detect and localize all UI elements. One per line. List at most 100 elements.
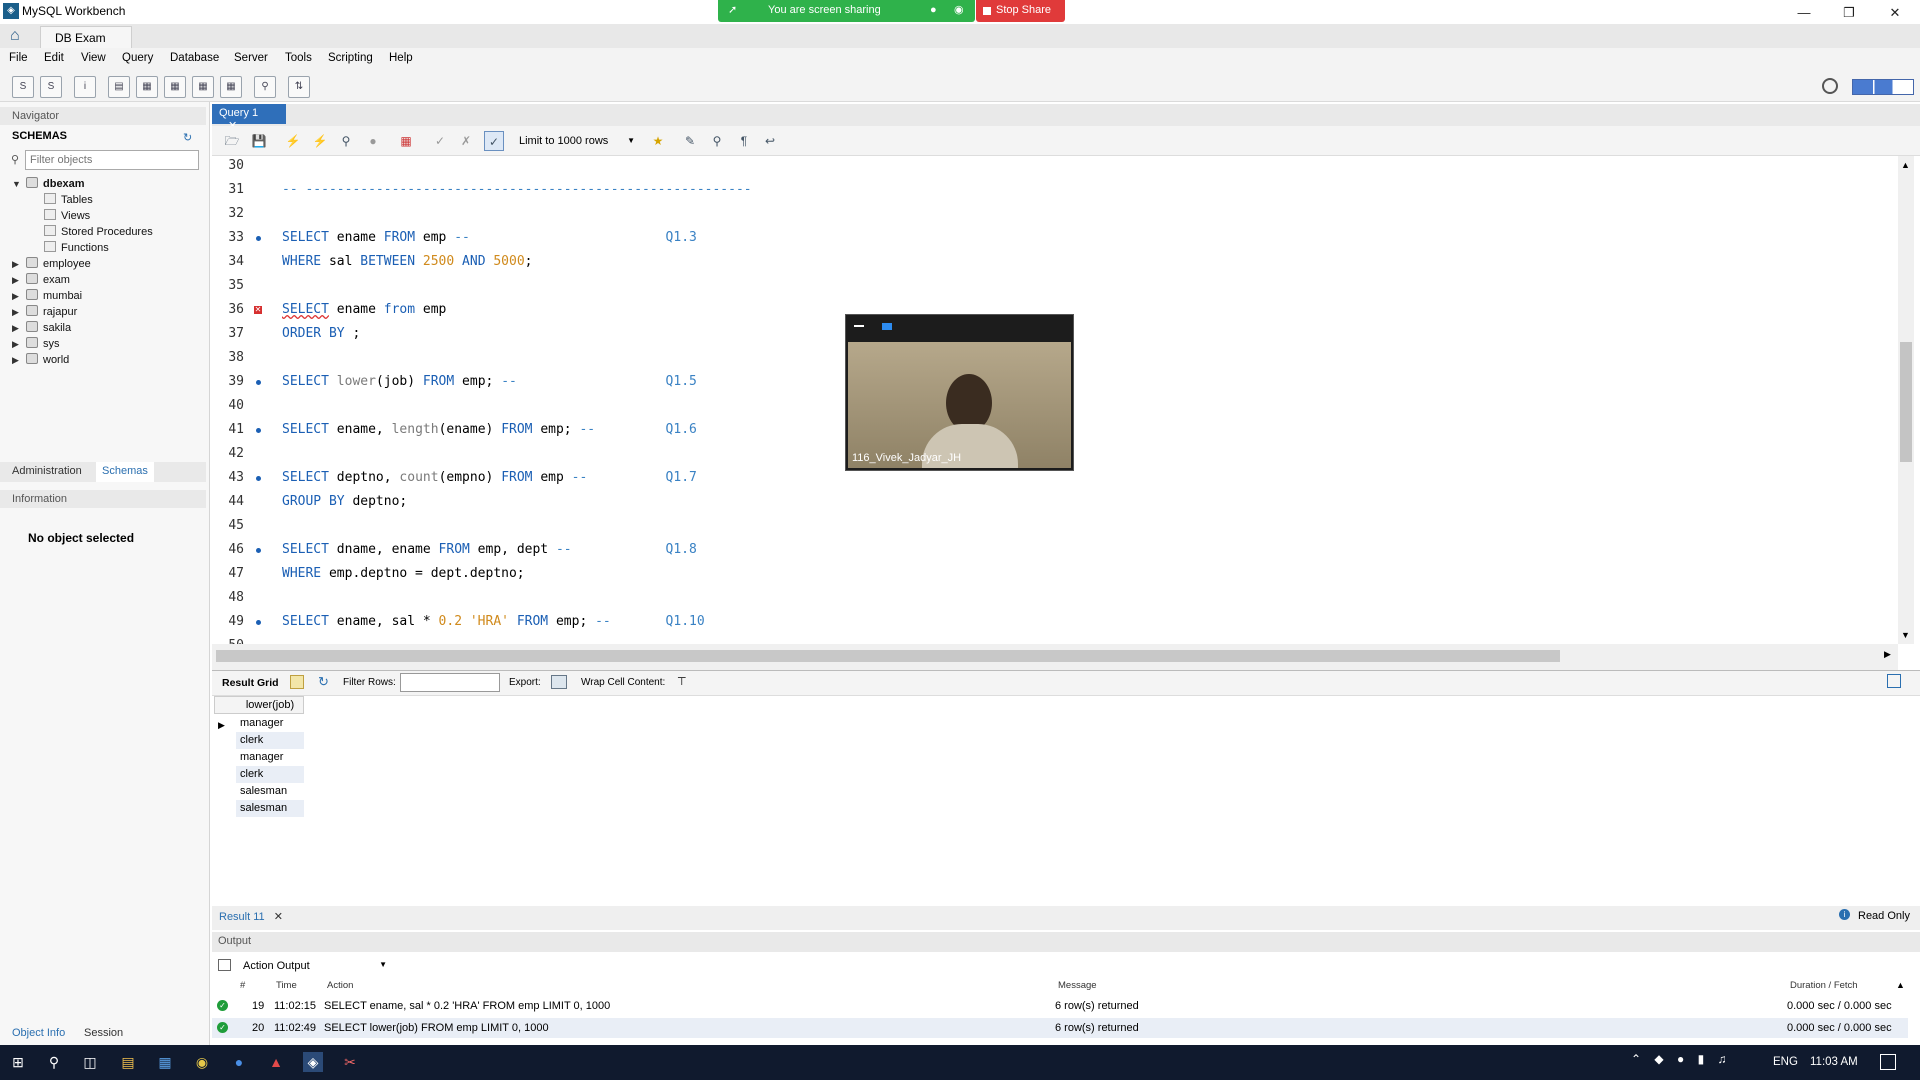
taskbar-clock[interactable]: 11:03 AM — [1810, 1056, 1858, 1068]
share-info-icon[interactable]: ● — [930, 0, 937, 21]
result-cell[interactable]: salesman — [236, 783, 304, 800]
save-icon[interactable]: 💾 — [249, 131, 269, 151]
snipping-tool-icon[interactable]: ✂ — [340, 1052, 360, 1072]
new-sql-tab-icon[interactable]: S — [12, 76, 34, 98]
connection-tab[interactable]: DB Exam ✕ — [40, 26, 132, 59]
rollback-icon[interactable]: ✗ — [456, 131, 476, 151]
schema-employee[interactable]: ▶ employee — [12, 257, 91, 270]
tray-volume-icon[interactable]: ♫ — [1718, 1052, 1727, 1066]
limit-rows-select[interactable]: Limit to 1000 rows ▼ — [519, 132, 637, 150]
tree-views[interactable]: Views — [44, 209, 90, 222]
result-cell[interactable]: salesman — [236, 800, 304, 817]
chrome-icon[interactable]: ◉ — [192, 1052, 212, 1072]
schema-exam[interactable]: ▶ exam — [12, 273, 70, 286]
file-explorer-icon[interactable]: ▤ — [118, 1052, 138, 1072]
menu-query[interactable]: Query — [122, 52, 153, 64]
search-table-icon[interactable]: ⚲ — [254, 76, 276, 98]
tray-mic-icon[interactable]: ● — [1677, 1052, 1684, 1066]
output-row[interactable]: ✓ 19 11:02:15 SELECT ename, sal * 0.2 'H… — [212, 996, 1908, 1016]
close-icon[interactable]: ✕ — [1872, 2, 1918, 24]
create-table-icon[interactable]: ▦ — [136, 76, 158, 98]
tab-session[interactable]: Session — [84, 1027, 123, 1039]
editor-horizontal-scrollbar[interactable]: ▶ — [212, 644, 1898, 670]
tray-battery-icon[interactable]: ▮ — [1698, 1052, 1705, 1066]
syntax-error-icon[interactable]: ✕ — [254, 306, 262, 314]
explain-icon[interactable]: ⚲ — [336, 131, 356, 151]
collapsed-arrow-icon[interactable]: ▶ — [12, 307, 26, 318]
wrap-cell-icon[interactable]: ⊤ — [677, 675, 687, 688]
result-grid[interactable] — [212, 696, 1920, 906]
notifications-icon[interactable] — [1880, 1054, 1896, 1070]
tab-schemas[interactable]: Schemas — [96, 462, 154, 482]
share-shield-icon[interactable]: ◉ — [954, 0, 964, 21]
home-icon[interactable]: ⌂ — [10, 27, 32, 45]
grid-view-icon[interactable] — [290, 675, 304, 689]
refresh-schemas-icon[interactable]: ↻ — [183, 131, 192, 144]
acrobat-icon[interactable]: ▲ — [266, 1052, 286, 1072]
toggle-error-continue-icon[interactable]: ▦ — [396, 131, 416, 151]
schema-mumbai[interactable]: ▶ mumbai — [12, 289, 82, 302]
reconnect-icon[interactable]: ⇅ — [288, 76, 310, 98]
word-wrap-icon[interactable]: ↩ — [760, 131, 780, 151]
schema-world[interactable]: ▶ world — [12, 353, 69, 366]
expanded-arrow-icon[interactable]: ▼ — [12, 179, 26, 189]
menu-database[interactable]: Database — [170, 52, 219, 64]
task-view-icon[interactable]: ◫ — [80, 1052, 100, 1072]
schema-sakila[interactable]: ▶ sakila — [12, 321, 71, 334]
schema-rajapur[interactable]: ▶ rajapur — [12, 305, 77, 318]
store-icon[interactable]: ▦ — [155, 1052, 175, 1072]
refresh-icon[interactable]: ↻ — [318, 674, 329, 690]
windows-start-icon[interactable]: ⊞ — [8, 1052, 28, 1072]
tray-chevron-icon[interactable]: ⌃ — [1631, 1052, 1641, 1066]
expand-video-icon[interactable] — [882, 323, 892, 330]
tab-query-1[interactable]: Query 1 ✕ — [212, 104, 286, 132]
result-grid-label[interactable]: Result Grid — [222, 677, 279, 689]
menu-edit[interactable]: Edit — [44, 52, 64, 64]
input-language[interactable]: ENG — [1773, 1056, 1798, 1068]
minimize-icon[interactable]: — — [1781, 2, 1827, 24]
export-icon[interactable] — [551, 675, 567, 689]
filter-rows-input[interactable] — [400, 673, 500, 692]
tree-stored-procedures[interactable]: Stored Procedures — [44, 225, 153, 238]
panel-layout-icon[interactable] — [1852, 79, 1914, 95]
result-cell[interactable]: manager — [236, 715, 304, 732]
open-file-icon[interactable]: 🗁 — [222, 131, 242, 151]
tray-wifi-icon[interactable]: ◆ — [1654, 1052, 1663, 1066]
close-result-tab-icon[interactable]: ✕ — [274, 911, 283, 923]
scroll-up-icon[interactable]: ▲ — [1901, 160, 1910, 170]
schema-dbexam[interactable]: ▼ dbexam — [12, 177, 85, 190]
search-icon[interactable]: ⚲ — [44, 1052, 64, 1072]
menu-view[interactable]: View — [81, 52, 106, 64]
settings-gear-icon[interactable] — [1822, 78, 1838, 94]
menu-file[interactable]: File — [9, 52, 28, 64]
output-row[interactable]: ✓ 20 11:02:49 SELECT lower(job) FROM emp… — [212, 1018, 1908, 1038]
editor-vertical-scrollbar[interactable]: ▲ ▼ — [1898, 156, 1914, 644]
copy-output-icon[interactable] — [218, 959, 231, 971]
collapsed-arrow-icon[interactable]: ▶ — [12, 339, 26, 350]
menu-scripting[interactable]: Scripting — [328, 52, 373, 64]
execute-icon[interactable]: ⚡ — [283, 131, 303, 151]
scroll-down-icon[interactable]: ▼ — [1901, 630, 1910, 640]
create-procedure-icon[interactable]: ▦ — [192, 76, 214, 98]
column-header[interactable]: lower(job) — [236, 697, 304, 714]
scroll-thumb[interactable] — [216, 650, 1560, 662]
result-cell[interactable]: manager — [236, 749, 304, 766]
schema-sys[interactable]: ▶ sys — [12, 337, 60, 350]
restore-icon[interactable]: ❐ — [1826, 2, 1872, 24]
scroll-thumb[interactable] — [1900, 342, 1912, 462]
stop-execution-icon[interactable]: ● — [363, 131, 383, 151]
menu-help[interactable]: Help — [389, 52, 413, 64]
result-cell[interactable]: clerk — [236, 732, 304, 749]
scroll-right-icon[interactable]: ▶ — [1884, 649, 1891, 660]
tab-object-info[interactable]: Object Info — [12, 1027, 65, 1039]
mysql-workbench-taskbar-icon[interactable]: ◈ — [303, 1052, 323, 1072]
commit-icon[interactable]: ✓ — [430, 131, 450, 151]
collapsed-arrow-icon[interactable]: ▶ — [12, 275, 26, 286]
find-icon[interactable]: ⚲ — [707, 131, 727, 151]
stop-share-button[interactable]: Stop Share — [976, 0, 1065, 22]
collapsed-arrow-icon[interactable]: ▶ — [12, 259, 26, 270]
collapsed-arrow-icon[interactable]: ▶ — [12, 291, 26, 302]
scroll-up-icon[interactable]: ▲ — [1896, 980, 1905, 990]
menu-tools[interactable]: Tools — [285, 52, 312, 64]
minimize-video-icon[interactable] — [854, 325, 864, 327]
